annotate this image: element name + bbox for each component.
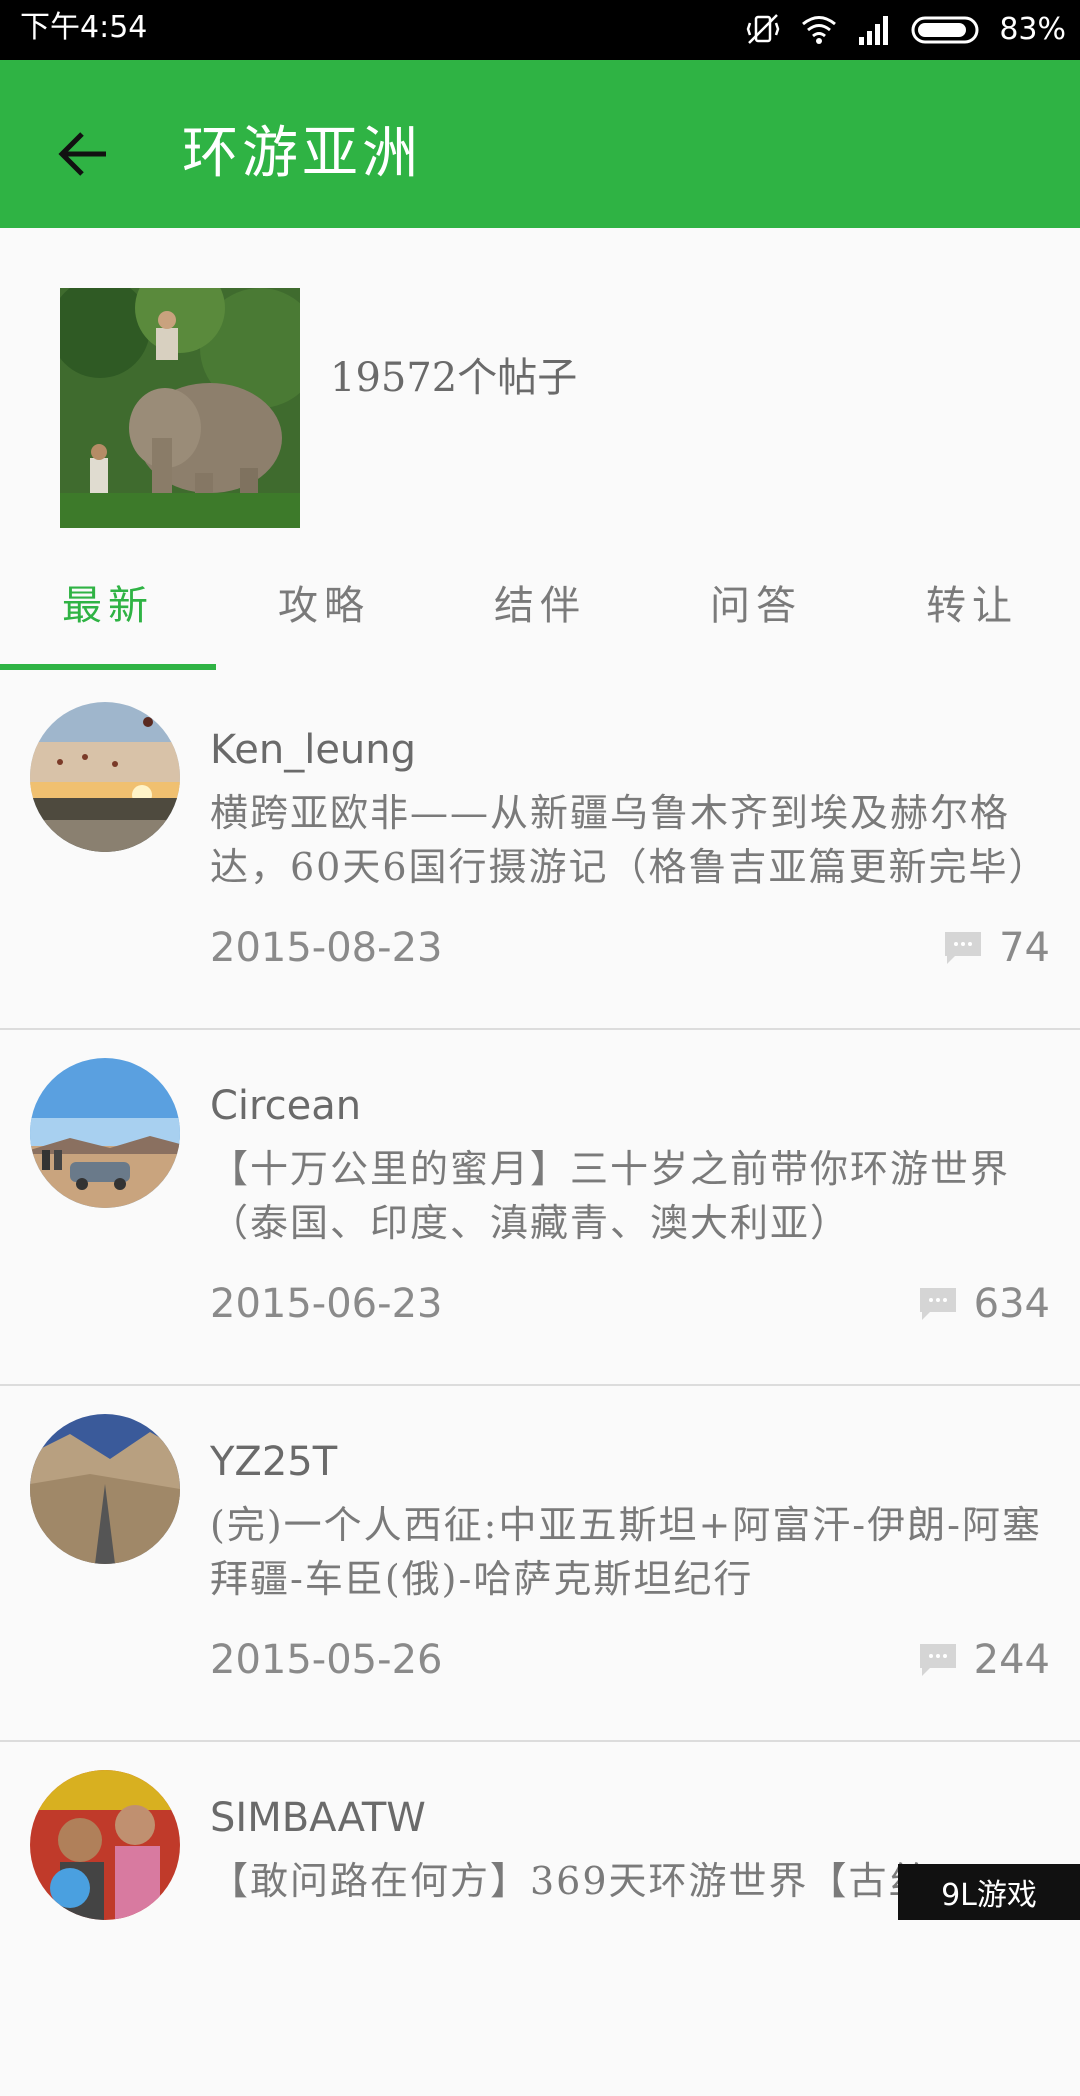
post-title: 横跨亚欧非——从新疆乌鲁木齐到埃及赫尔格达，60天6国行摄游记（格鲁吉亚篇更新完… [210, 791, 1049, 889]
comment-count-value: 244 [973, 1637, 1050, 1683]
comment-count: 634 [918, 1276, 1050, 1332]
avatar[interactable] [30, 1058, 180, 1208]
signal-icon [859, 16, 889, 45]
forum-cover-image [60, 288, 300, 528]
post-item[interactable]: Ken_leung 横跨亚欧非——从新疆乌鲁木齐到埃及赫尔格达，60天6国行摄游… [0, 672, 1080, 1030]
arrow-left-icon [58, 132, 106, 176]
post-author: Ken_leung [210, 727, 417, 773]
post-author: SIMBAATW [210, 1795, 426, 1841]
comment-icon [919, 1288, 956, 1320]
comment-count-value: 74 [999, 925, 1050, 971]
post-date: 2015-05-26 [210, 1637, 443, 1683]
tab-indicator [0, 664, 216, 670]
post-date: 2015-08-23 [210, 925, 443, 971]
comment-count-value: 634 [973, 1281, 1050, 1327]
post-author: Circean [210, 1083, 362, 1129]
post-title: (完)一个人西征:中亚五斯坦+阿富汗-伊朗-阿塞拜疆-车臣(俄)-哈萨克斯坦纪行 [210, 1503, 1042, 1601]
comment-icon [945, 932, 982, 964]
comment-icon [919, 1644, 956, 1676]
comment-count: 74 [943, 920, 1050, 976]
tab-transfer[interactable]: 转让 [864, 540, 1080, 664]
comment-count: 244 [918, 1632, 1050, 1688]
tab-qa[interactable]: 问答 [648, 540, 864, 664]
status-icons: 83% [743, 8, 1066, 50]
post-count: 19572个帖子 [330, 355, 578, 401]
avatar[interactable] [30, 1414, 180, 1564]
forum-header: 19572个帖子 [0, 228, 1080, 540]
post-item[interactable]: Circean 【十万公里的蜜月】三十岁之前带你环游世界（泰国、印度、滇藏青、澳… [0, 1028, 1080, 1386]
tab-companions[interactable]: 结伴 [432, 540, 648, 664]
status-time: 下午4:54 [20, 10, 148, 45]
wifi-icon [802, 16, 837, 44]
tab-latest[interactable]: 最新 [0, 540, 216, 664]
post-date: 2015-06-23 [210, 1281, 443, 1327]
vibrate-off-icon [746, 14, 780, 44]
status-bar: 下午4:54 83% [0, 0, 1080, 60]
page-title: 环游亚洲 [182, 121, 422, 186]
avatar[interactable] [30, 1770, 180, 1920]
tab-guides[interactable]: 攻略 [216, 540, 432, 664]
avatar[interactable] [30, 702, 180, 852]
watermark-logo: 9L游戏 [898, 1864, 1080, 1920]
post-title: 【十万公里的蜜月】三十岁之前带你环游世界（泰国、印度、滇藏青、澳大利亚） [210, 1147, 1011, 1245]
battery-percent: 83% [999, 11, 1066, 47]
app-bar: 环游亚洲 [0, 60, 1080, 228]
post-item[interactable]: YZ25T (完)一个人西征:中亚五斯坦+阿富汗-伊朗-阿塞拜疆-车臣(俄)-哈… [0, 1384, 1080, 1742]
back-button[interactable] [42, 112, 126, 196]
post-author: YZ25T [210, 1439, 338, 1485]
battery-icon [911, 16, 979, 44]
category-tabs: 最新 攻略 结伴 问答 转让 [0, 540, 1080, 672]
